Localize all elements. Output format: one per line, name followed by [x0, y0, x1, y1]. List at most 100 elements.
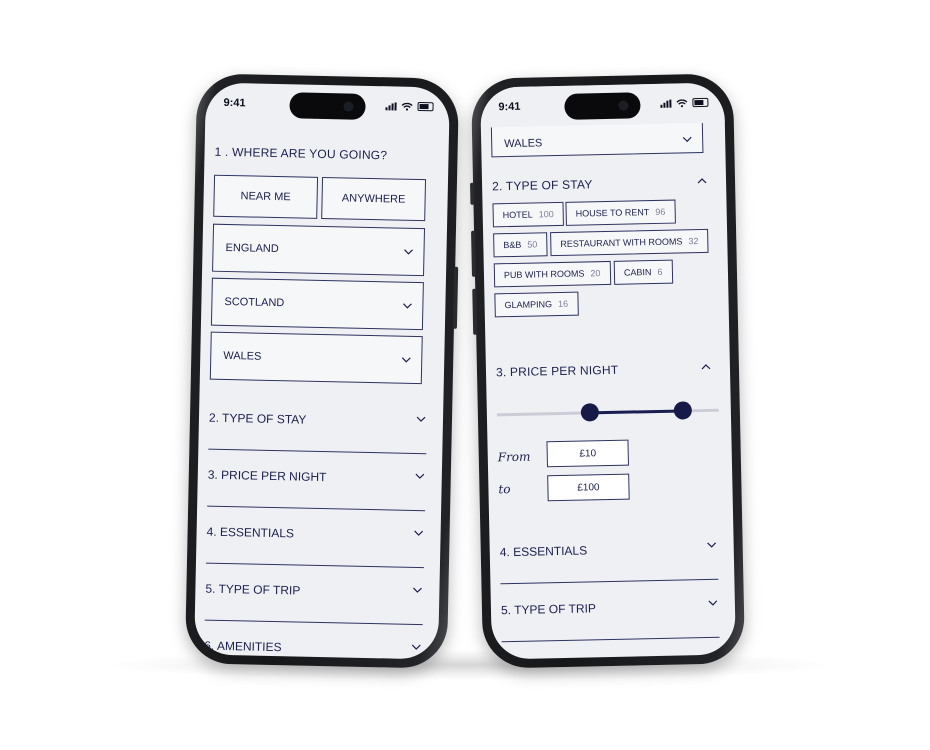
question-text: WHERE ARE YOU GOING?: [231, 145, 388, 163]
chip-cabin[interactable]: CABIN 6: [613, 259, 673, 285]
action-button: [470, 182, 475, 205]
chevron-down-icon: [402, 303, 412, 309]
accordion-title: 4. ESSENTIALS: [206, 524, 295, 541]
status-time: 9:41: [223, 96, 246, 110]
chevron-down-icon: [414, 530, 424, 536]
divider: [208, 448, 427, 455]
wifi-icon: [676, 99, 688, 108]
accordion-type-of-stay[interactable]: 2. TYPE OF STAY: [208, 411, 435, 474]
chip-b-and-b[interactable]: B&B 50: [493, 232, 548, 258]
accordion-type-of-trip[interactable]: 5. TYPE OF TRIP: [204, 582, 431, 645]
signal-icon: [385, 102, 397, 111]
dynamic-island: [289, 92, 366, 120]
wifi-icon: [401, 102, 413, 111]
divider: [207, 505, 426, 512]
chip-count: 96: [655, 206, 666, 217]
chevron-down-icon: [707, 542, 717, 548]
anywhere-label: ANYWHERE: [341, 192, 406, 206]
chip-label: RESTAURANT WITH ROOMS: [560, 236, 683, 249]
accordion-title: 5. TYPE OF TRIP: [205, 581, 301, 598]
accordion-essentials[interactable]: 4. ESSENTIALS: [205, 524, 433, 588]
chip-glamping[interactable]: GLAMPING 16: [494, 291, 579, 318]
price-range-slider[interactable]: [496, 401, 719, 426]
chip-pub-with-rooms[interactable]: PUB WITH ROOMS 20: [493, 260, 611, 288]
chevron-down-icon: [404, 249, 413, 255]
chip-house-to-rent[interactable]: HOUSE TO RENT 96: [565, 199, 676, 226]
slider-handle-min[interactable]: [580, 403, 600, 422]
question-number: 1 .: [214, 144, 229, 159]
region-label: SCOTLAND: [224, 295, 285, 310]
chip-label: HOTEL: [502, 209, 533, 221]
question-heading: 1 . WHERE ARE YOU GOING?: [214, 145, 387, 163]
right-phone: 9:41 WALES 2. TYPE OF STAY HOTEL 100 HOUS…: [470, 73, 746, 669]
chip-count: 20: [590, 268, 601, 279]
region-label: ENGLAND: [225, 241, 279, 256]
slider-fill: [590, 409, 684, 415]
left-phone: 9:41 1 . WHERE ARE YOU GOING? NEAR ME AN…: [184, 73, 460, 669]
divider: [205, 562, 424, 569]
chip-label: B&B: [503, 239, 522, 251]
price-heading: 3. PRICE PER NIGHT: [495, 362, 619, 380]
chip-count: 100: [538, 209, 554, 220]
chip-count: 16: [557, 298, 569, 310]
chevron-down-icon: [416, 416, 426, 422]
near-me-label: NEAR ME: [240, 190, 291, 204]
volume-up-button: [471, 230, 476, 277]
price-from-input[interactable]: £10: [546, 439, 629, 468]
accordion-title: 4. ESSENTIALS: [499, 543, 588, 560]
right-screen: 9:41 WALES 2. TYPE OF STAY HOTEL 100 HOUS…: [480, 82, 736, 660]
accordion-type-of-trip[interactable]: 5. TYPE OF TRIP: [501, 599, 728, 660]
region-label: WALES: [504, 137, 543, 151]
region-england[interactable]: ENGLAND: [212, 223, 426, 277]
chip-count: 6: [657, 266, 663, 277]
battery-icon: [692, 97, 709, 108]
camera-icon: [618, 100, 629, 111]
chip-restaurant-with-rooms[interactable]: RESTAURANT WITH ROOMS 32: [550, 228, 709, 257]
chevron-down-icon: [411, 644, 421, 650]
type-of-stay-heading: 2. TYPE OF STAY: [491, 177, 593, 194]
accordion-title: 3. PRICE PER NIGHT: [207, 467, 327, 485]
camera-icon: [343, 101, 354, 112]
chevron-down-icon: [708, 600, 718, 606]
accordion-title: 6. AMENITIES: [204, 638, 282, 655]
slider-handle-max[interactable]: [674, 401, 693, 420]
chevron-up-icon[interactable]: [700, 361, 712, 373]
accordion-essentials[interactable]: 4. ESSENTIALS: [500, 541, 727, 604]
price-to-input[interactable]: £100: [547, 473, 630, 502]
chip-label: PUB WITH ROOMS: [503, 268, 585, 281]
accordion-title: 2. TYPE OF STAY: [208, 410, 307, 427]
divider: [500, 578, 719, 585]
chip-count: 50: [527, 239, 538, 250]
chevron-up-icon[interactable]: [696, 175, 708, 187]
chip-label: CABIN: [623, 267, 652, 278]
accordion-title: 5. TYPE OF TRIP: [500, 601, 597, 618]
chip-label: GLAMPING: [504, 299, 553, 311]
divider: [204, 619, 423, 626]
battery-icon: [417, 101, 434, 112]
left-screen: 9:41 1 . WHERE ARE YOU GOING? NEAR ME AN…: [194, 82, 450, 660]
chevron-down-icon: [682, 136, 692, 143]
accordion-price-per-night[interactable]: 3. PRICE PER NIGHT: [207, 468, 434, 531]
chip-count: 32: [688, 236, 699, 247]
status-bar: 9:41: [205, 83, 450, 128]
anywhere-button[interactable]: ANYWHERE: [321, 176, 427, 222]
divider: [501, 636, 720, 643]
near-me-button[interactable]: NEAR ME: [213, 174, 319, 219]
region-label: WALES: [223, 349, 262, 363]
side-button: [452, 266, 459, 329]
status-bar: 9:41: [480, 82, 725, 128]
chip-label: HOUSE TO RENT: [575, 207, 650, 219]
chevron-down-icon: [401, 357, 411, 363]
status-time: 9:41: [498, 100, 521, 114]
from-label: From: [497, 449, 531, 465]
signal-icon: [660, 99, 672, 108]
accordion-amenities[interactable]: 6. AMENITIES: [203, 639, 430, 660]
region-wales[interactable]: WALES: [209, 331, 423, 385]
volume-down-button: [472, 288, 478, 335]
to-label: to: [498, 482, 511, 497]
chevron-down-icon: [415, 473, 425, 479]
region-scotland[interactable]: SCOTLAND: [210, 277, 424, 331]
chip-hotel[interactable]: HOTEL 100: [492, 201, 564, 228]
dynamic-island: [564, 92, 641, 120]
chevron-down-icon: [413, 587, 422, 593]
